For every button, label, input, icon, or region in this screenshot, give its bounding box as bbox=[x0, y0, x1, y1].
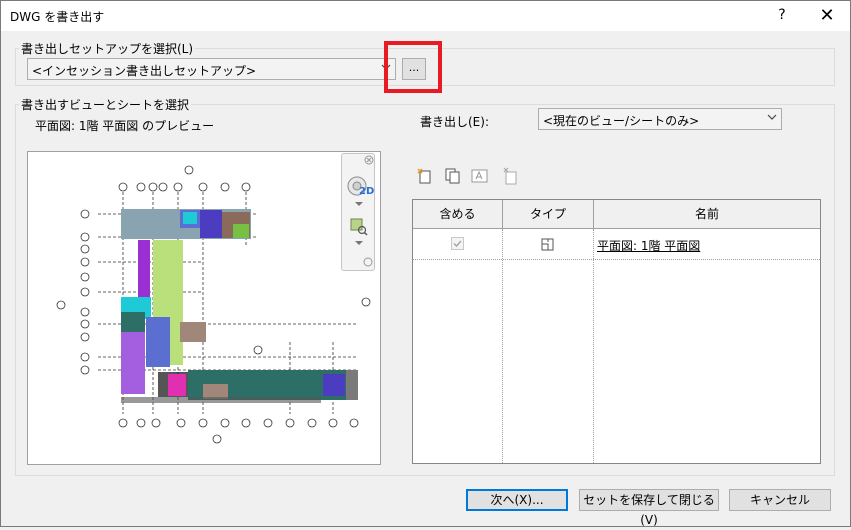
rename-set-icon[interactable] bbox=[471, 167, 489, 185]
view-name-link[interactable]: 平面図: 1階 平面図 bbox=[597, 237, 700, 254]
minimize-nav-icon[interactable] bbox=[363, 257, 373, 267]
export-dropdown[interactable]: <現在のビュー/シートのみ> bbox=[538, 108, 782, 130]
column-header-name[interactable]: 名前 bbox=[594, 200, 820, 229]
highlight-frame bbox=[384, 41, 442, 93]
chevron-down-icon[interactable] bbox=[354, 201, 364, 207]
duplicate-set-icon[interactable] bbox=[444, 167, 462, 185]
table-header: 含める タイプ 名前 bbox=[413, 200, 820, 229]
cancel-button[interactable]: キャンセル bbox=[729, 489, 831, 511]
preview-nav-bar: 2D bbox=[341, 153, 375, 271]
include-checkbox[interactable] bbox=[451, 237, 464, 250]
floor-plan-preview[interactable] bbox=[27, 151, 381, 465]
new-set-icon[interactable] bbox=[416, 167, 434, 185]
preview-caption: 平面図: 1階 平面図 のプレビュー bbox=[35, 119, 215, 133]
views-table: 含める タイプ 名前 平面図: 1階 平面図 bbox=[412, 199, 821, 464]
views-group-label: 書き出すビューとシートを選択 bbox=[19, 96, 192, 113]
export-label: 書き出し(E): bbox=[420, 115, 489, 129]
steering-wheel-icon[interactable]: 2D bbox=[345, 174, 375, 200]
title-bar: DWG を書き出す ? ✕ bbox=[0, 0, 851, 31]
close-button[interactable]: ✕ bbox=[805, 0, 849, 31]
next-button[interactable]: 次へ(X)... bbox=[466, 489, 568, 511]
floor-plan-icon bbox=[540, 236, 556, 252]
help-button[interactable]: ? bbox=[760, 0, 804, 31]
delete-set-icon[interactable] bbox=[502, 167, 520, 185]
zoom-region-icon[interactable] bbox=[350, 218, 368, 236]
column-header-type[interactable]: タイプ bbox=[503, 200, 594, 229]
setup-dropdown[interactable]: <インセッション書き出しセットアップ> bbox=[27, 58, 396, 80]
nav-2d-label: 2D bbox=[359, 186, 375, 197]
save-close-button[interactable]: セットを保存して閉じる(V) bbox=[579, 489, 719, 527]
chevron-down-icon bbox=[767, 114, 777, 120]
setup-dropdown-value: <インセッション書き出しセットアップ> bbox=[32, 64, 257, 78]
floor-plan-drawing bbox=[56, 165, 371, 444]
chevron-down-icon[interactable] bbox=[354, 240, 364, 246]
setup-group-label: 書き出しセットアップを選択(L) bbox=[19, 40, 196, 57]
window-title: DWG を書き出す bbox=[10, 10, 105, 24]
export-dropdown-value: <現在のビュー/シートのみ> bbox=[543, 114, 700, 128]
table-row[interactable]: 平面図: 1階 平面図 bbox=[413, 230, 820, 258]
column-header-include[interactable]: 含める bbox=[413, 200, 503, 229]
checkmark-icon bbox=[453, 240, 462, 248]
